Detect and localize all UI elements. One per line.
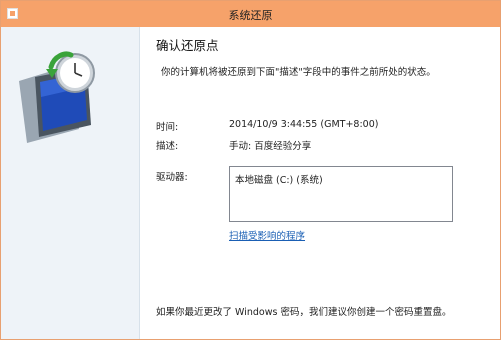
sidebar-panel — [1, 27, 140, 339]
drives-list[interactable]: 本地磁盘 (C:) (系统) — [229, 166, 453, 222]
drives-label: 驱动器: — [156, 172, 188, 183]
title-bar[interactable]: 系统还原 — [1, 1, 500, 27]
page-heading: 确认还原点 — [156, 38, 219, 53]
window-title: 系统还原 — [228, 9, 273, 22]
description-label: 描述: — [156, 141, 179, 152]
description-value: 手动: 百度经验分享 — [229, 141, 312, 152]
system-restore-window: 系统还原 确认还原点 你的计算机将被还原到下面"描述"字段中的事件之前所处的状态… — [0, 0, 501, 340]
password-reset-note: 如果你最近更改了 Windows 密码，我们建议你创建一个密码重置盘。 — [156, 307, 452, 318]
page-description: 你的计算机将被还原到下面"描述"字段中的事件之前所处的状态。 — [161, 67, 436, 78]
time-value: 2014/10/9 3:44:55 (GMT+8:00) — [229, 119, 379, 130]
scan-affected-programs-link[interactable]: 扫描受影响的程序 — [229, 228, 305, 242]
content-panel: 确认还原点 你的计算机将被还原到下面"描述"字段中的事件之前所处的状态。 时间:… — [141, 27, 500, 339]
time-label: 时间: — [156, 122, 179, 133]
system-restore-icon — [19, 51, 95, 143]
drive-list-item[interactable]: 本地磁盘 (C:) (系统) — [235, 172, 323, 186]
